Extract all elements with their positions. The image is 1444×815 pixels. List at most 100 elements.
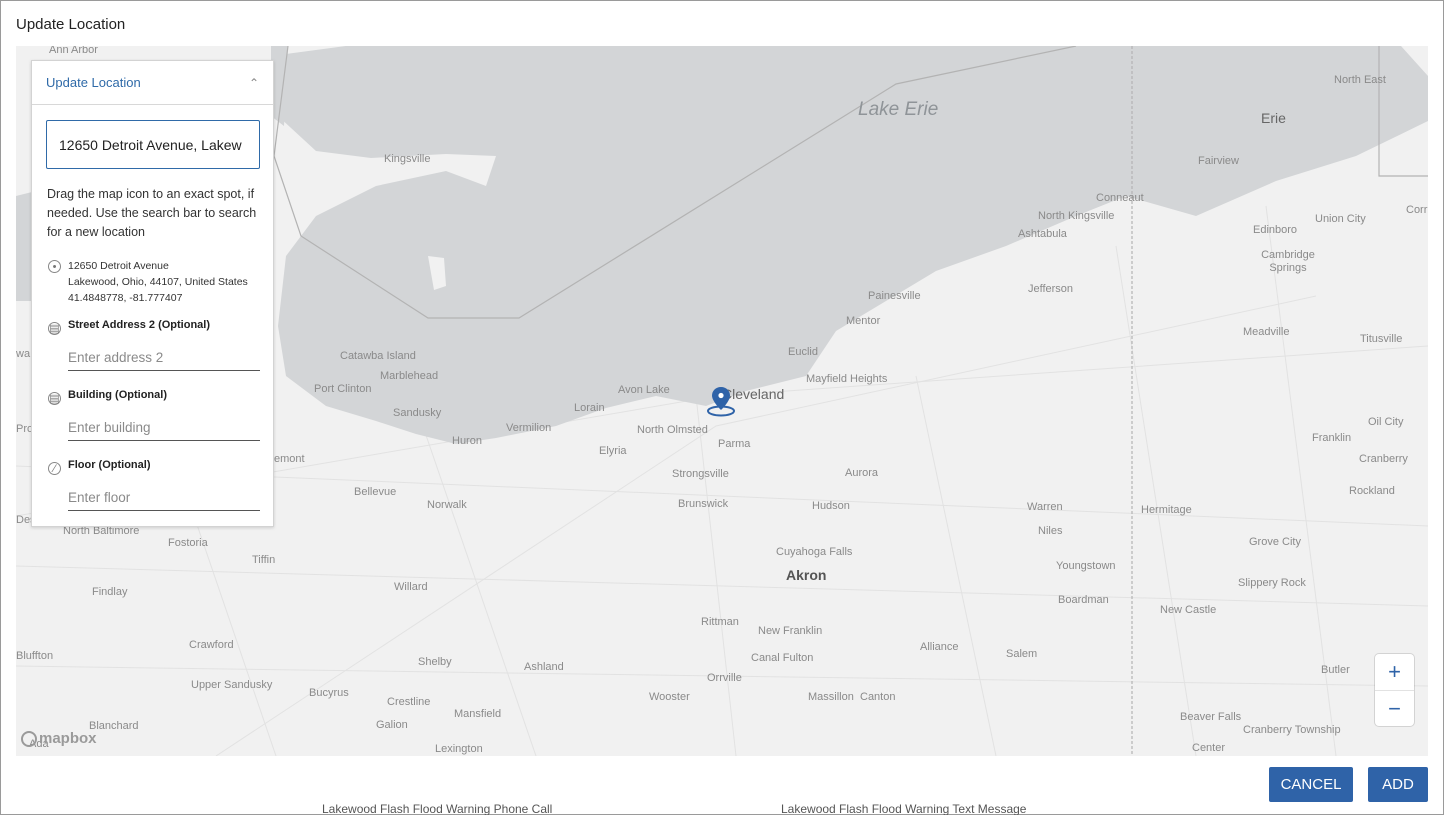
map-place: Tiffin	[252, 554, 276, 566]
map-place: Rittman	[701, 616, 739, 628]
map-place: Strongsville	[672, 468, 729, 480]
zoom-controls: + −	[1375, 654, 1414, 726]
map-place: Crawford	[189, 639, 234, 651]
map-place: Catawba Island	[340, 350, 416, 362]
building-label: Building (Optional)	[68, 389, 167, 401]
cancel-button[interactable]: CANCEL	[1269, 767, 1353, 802]
building-icon: ▤	[48, 322, 61, 335]
map-place: Jefferson	[1028, 283, 1074, 295]
update-location-dialog: Update Location Lake Erie Ann Arbor King…	[0, 0, 1444, 815]
map-place: Port Clinton	[314, 383, 372, 395]
map-place: Norwalk	[427, 499, 467, 511]
map-place: Bellevue	[354, 486, 397, 498]
map-place: Findlay	[92, 586, 128, 598]
map-place: Beaver Falls	[1180, 711, 1242, 723]
map-place: Salem	[1006, 648, 1038, 660]
map-place: Elyria	[599, 445, 627, 457]
map-place: Butler	[1321, 664, 1350, 676]
street-address-2-label: Street Address 2 (Optional)	[68, 319, 211, 331]
panel-header-toggle[interactable]: Update Location ⌃	[32, 61, 273, 105]
lake-erie-label: Lake Erie	[858, 99, 939, 120]
map-place-akron: Akron	[786, 567, 827, 583]
help-text: Drag the map icon to an exact spot, if n…	[47, 187, 257, 239]
map-place: Rockland	[1349, 485, 1395, 497]
update-location-panel: Update Location ⌃ Drag the map icon to a…	[31, 60, 274, 527]
map-place: Shelby	[418, 656, 452, 668]
map-place: Massillon	[808, 691, 854, 703]
map-place: Warren	[1027, 501, 1063, 513]
map-place: Ashland	[524, 661, 564, 673]
floor-label: Floor (Optional)	[68, 459, 151, 471]
map-place: Bluffton	[16, 650, 54, 662]
map-place: Niles	[1038, 525, 1063, 537]
map-place: North East	[1334, 74, 1386, 86]
location-search-input[interactable]	[46, 120, 260, 169]
zoom-out-button[interactable]: −	[1375, 690, 1414, 726]
map-place: Ashtabula	[1018, 228, 1067, 240]
map-place-erie: Erie	[1261, 110, 1286, 126]
map-place: Lexington	[435, 743, 483, 755]
map-place: Hudson	[812, 500, 850, 512]
mapbox-attribution: mapbox	[39, 730, 97, 747]
map-place: Orrville	[707, 672, 742, 684]
map-place: Alliance	[920, 641, 959, 653]
mapbox-logo[interactable]: mapbox	[21, 730, 97, 747]
map-place: Mayfield Heights	[806, 373, 888, 385]
add-button[interactable]: ADD	[1368, 767, 1428, 802]
map-place: Youngstown	[1056, 560, 1116, 572]
street-address-2-input[interactable]	[68, 345, 260, 371]
map-place: Lorain	[574, 402, 605, 414]
map-place: Parma	[718, 438, 751, 450]
zoom-in-button[interactable]: +	[1375, 654, 1414, 690]
building-icon: ▤	[48, 392, 61, 405]
map-place: Franklin	[1312, 432, 1352, 444]
map-place: Conneaut	[1096, 192, 1144, 204]
chevron-up-icon: ⌃	[248, 75, 259, 90]
map-place: Upper Sandusky	[191, 679, 273, 691]
map-place: Painesville	[868, 290, 921, 302]
map-place: North Olmsted	[637, 424, 708, 436]
address-line-2: Lakewood, Ohio, 44107, United States	[68, 276, 248, 288]
map-place: Union City	[1315, 213, 1366, 225]
map-place: Boardman	[1058, 594, 1109, 606]
map-place: Marblehead	[380, 370, 439, 382]
map-place: Corr	[1406, 204, 1428, 216]
map-place: Hermitage	[1141, 504, 1192, 516]
building-input[interactable]	[68, 415, 260, 441]
dialog-title: Update Location	[16, 16, 126, 33]
map-place: Titusville	[1360, 333, 1403, 345]
map-place: Avon Lake	[618, 384, 670, 396]
map-place: Wooster	[649, 691, 690, 703]
map-place: North Kingsville	[1038, 210, 1115, 222]
map-place: Sandusky	[393, 407, 442, 419]
map-place: Cambridge Springs	[1261, 249, 1315, 274]
map-place: Oil City	[1368, 416, 1404, 428]
background-list-item: Lakewood Flash Flood Warning Phone Call	[322, 802, 553, 815]
map-place: Bucyrus	[309, 687, 349, 699]
resolved-address: 12650 Detroit Avenue Lakewood, Ohio, 441…	[68, 258, 248, 306]
map-place: Fairview	[1198, 155, 1239, 167]
panel-header-title: Update Location	[46, 75, 141, 90]
map-place: Canton	[860, 691, 896, 703]
map-place: Center	[1192, 742, 1226, 754]
map-place: Meadville	[1243, 326, 1290, 338]
map-place: Ann Arbor	[49, 46, 98, 56]
location-pin-outline-icon: •	[48, 260, 61, 273]
map-place: Cranberry	[1359, 453, 1408, 465]
map-place: Mansfield	[454, 708, 502, 720]
map-place: Willard	[394, 581, 428, 593]
map-place: Huron	[452, 435, 482, 447]
map-place: Vermilion	[506, 422, 552, 434]
map-place: wa	[16, 348, 31, 360]
mapbox-logo-icon	[21, 730, 37, 747]
map-place: Kingsville	[384, 153, 431, 165]
floor-input[interactable]	[68, 485, 260, 511]
background-list-item: Lakewood Flash Flood Warning Text Messag…	[781, 802, 1027, 815]
address-coordinates: 41.4848778, -81.777407	[68, 292, 183, 304]
map-place: Crestline	[387, 696, 431, 708]
location-pin-icon[interactable]	[707, 385, 735, 417]
map-place: Fostoria	[168, 537, 208, 549]
map-place: Cranberry Township	[1243, 724, 1341, 736]
map-place: Euclid	[788, 346, 818, 358]
floor-icon: ∕	[48, 462, 61, 475]
